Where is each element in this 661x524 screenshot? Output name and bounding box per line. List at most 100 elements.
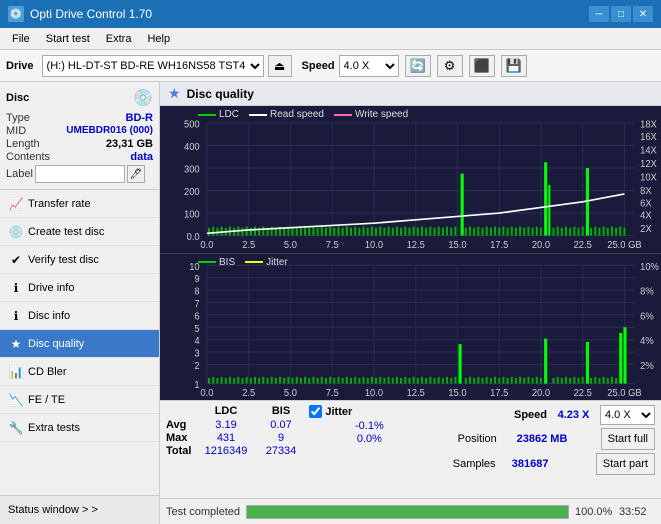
svg-text:8%: 8% (640, 286, 654, 297)
disc-panel: Disc 💿 Type BD-R MID UMEBDR016 (000) Len… (0, 82, 159, 190)
svg-text:0.0: 0.0 (200, 240, 214, 251)
sidebar-item-cd-bler[interactable]: 📊 CD Bler (0, 358, 159, 386)
bis-legend-line (198, 261, 216, 263)
samples-row: Samples 381687 Start part (453, 453, 655, 475)
sidebar-item-extra-tests-label: Extra tests (28, 422, 80, 434)
svg-text:10%: 10% (640, 261, 659, 272)
drive-label: Drive (6, 60, 34, 72)
progress-area: Test completed 100.0% 33:52 (160, 498, 661, 524)
disc-contents-value: data (130, 151, 153, 163)
svg-text:14X: 14X (640, 145, 657, 156)
sidebar-item-create-test-disc[interactable]: 💿 Create test disc (0, 218, 159, 246)
speed-select-stats[interactable]: 4.0 X (600, 405, 655, 425)
bis-chart-svg: 10 9 8 7 6 5 4 3 2 1 10% 8% 6% 4% 2% (160, 254, 661, 401)
svg-text:4: 4 (194, 335, 200, 346)
speed-label: Speed (302, 60, 335, 72)
menu-extra[interactable]: Extra (98, 31, 140, 47)
jitter-checkbox[interactable] (309, 405, 322, 418)
sidebar-item-transfer-rate-label: Transfer rate (28, 198, 91, 210)
svg-text:10.0: 10.0 (365, 387, 384, 398)
avg-jitter-row: -0.1% (309, 420, 452, 432)
svg-text:15.0: 15.0 (448, 240, 467, 251)
stats-panel: LDC BIS Avg 3.19 0.07 Max 431 9 (160, 400, 661, 498)
svg-text:22.5: 22.5 (574, 240, 593, 251)
svg-text:8: 8 (194, 286, 199, 297)
save-button[interactable]: 💾 (501, 55, 527, 77)
start-part-button[interactable]: Start part (596, 453, 655, 475)
transfer-rate-icon: 📈 (8, 196, 24, 212)
svg-text:500: 500 (184, 119, 200, 130)
disc-label-button[interactable]: 🖊 (127, 165, 145, 183)
eject-button[interactable]: ⏏ (268, 55, 292, 77)
menu-file[interactable]: File (4, 31, 38, 47)
svg-text:0.0: 0.0 (200, 387, 214, 398)
sidebar-item-disc-info-label: Disc info (28, 310, 70, 322)
legend-read-speed: Read speed (249, 109, 324, 120)
sidebar-item-verify-test-disc[interactable]: ✔ Verify test disc (0, 246, 159, 274)
sidebar-item-drive-info-label: Drive info (28, 282, 74, 294)
svg-text:7.5: 7.5 (326, 240, 340, 251)
cd-bler-icon: 📊 (8, 364, 24, 380)
content-area: ★ Disc quality LDC Read speed (160, 82, 661, 524)
top-chart-legend: LDC Read speed Write speed (198, 109, 408, 120)
jitter-legend-line (245, 261, 263, 263)
start-full-button[interactable]: Start full (601, 428, 655, 450)
legend-jitter: Jitter (245, 257, 288, 268)
sidebar-item-disc-quality[interactable]: ★ Disc quality (0, 330, 159, 358)
drive-select[interactable]: (H:) HL-DT-ST BD-RE WH16NS58 TST4 (42, 55, 264, 77)
sidebar: Disc 💿 Type BD-R MID UMEBDR016 (000) Len… (0, 82, 160, 524)
refresh-button[interactable]: 🔄 (405, 55, 431, 77)
menu-help[interactable]: Help (139, 31, 178, 47)
charts-container: LDC Read speed Write speed (160, 106, 661, 400)
sidebar-item-drive-info[interactable]: ℹ Drive info (0, 274, 159, 302)
menu-start-test[interactable]: Start test (38, 31, 98, 47)
legend-bis: BIS (198, 257, 235, 268)
disc-contents-label: Contents (6, 151, 50, 163)
bis-col-header: BIS (256, 405, 306, 417)
max-ldc: 431 (196, 432, 256, 444)
svg-text:2.5: 2.5 (242, 240, 256, 251)
speed-col-header: Speed (514, 409, 547, 421)
svg-text:5.0: 5.0 (284, 240, 298, 251)
max-jitter-row: 0.0% (309, 433, 452, 445)
disc-label-row: Label 🖊 (6, 165, 153, 183)
avg-jitter-val: -0.1% (339, 420, 399, 432)
svg-text:8X: 8X (640, 186, 652, 197)
svg-text:6%: 6% (640, 311, 654, 322)
disc-label-input[interactable] (35, 165, 125, 183)
record-button[interactable]: ⬛ (469, 55, 495, 77)
minimize-button[interactable]: ─ (589, 6, 609, 22)
extra-tests-icon: 🔧 (8, 420, 24, 436)
bis-legend-label: BIS (219, 257, 235, 268)
svg-text:4X: 4X (640, 210, 652, 221)
svg-text:300: 300 (184, 164, 200, 175)
ldc-chart: LDC Read speed Write speed (160, 106, 661, 254)
settings-button[interactable]: ⚙ (437, 55, 463, 77)
speed-select[interactable]: 4.0 X (339, 55, 399, 77)
stats-headers: LDC BIS (166, 405, 309, 417)
svg-text:12.5: 12.5 (407, 240, 426, 251)
svg-text:20.0: 20.0 (532, 240, 551, 251)
disc-type-row: Type BD-R (6, 112, 153, 124)
jitter-col-header: Jitter (325, 406, 352, 418)
jitter-legend-label: Jitter (266, 257, 288, 268)
maximize-button[interactable]: □ (611, 6, 631, 22)
ldc-col-header: LDC (196, 405, 256, 417)
svg-text:9: 9 (194, 273, 199, 284)
total-ldc: 1216349 (196, 445, 256, 457)
avg-row: Avg 3.19 0.07 (166, 419, 309, 431)
sidebar-item-disc-info[interactable]: ℹ Disc info (0, 302, 159, 330)
svg-text:100: 100 (184, 209, 200, 220)
max-jitter-label (309, 433, 339, 445)
status-window-button[interactable]: Status window > > (0, 496, 159, 524)
close-button[interactable]: ✕ (633, 6, 653, 22)
svg-text:12.5: 12.5 (407, 387, 426, 398)
legend-ldc: LDC (198, 109, 239, 120)
sidebar-item-transfer-rate[interactable]: 📈 Transfer rate (0, 190, 159, 218)
svg-text:17.5: 17.5 (490, 387, 509, 398)
sidebar-item-extra-tests[interactable]: 🔧 Extra tests (0, 414, 159, 442)
position-row: Position 23862 MB Start full (458, 428, 655, 450)
sidebar-item-fe-te[interactable]: 📉 FE / TE (0, 386, 159, 414)
svg-text:2X: 2X (640, 224, 652, 235)
svg-text:1: 1 (194, 379, 199, 390)
